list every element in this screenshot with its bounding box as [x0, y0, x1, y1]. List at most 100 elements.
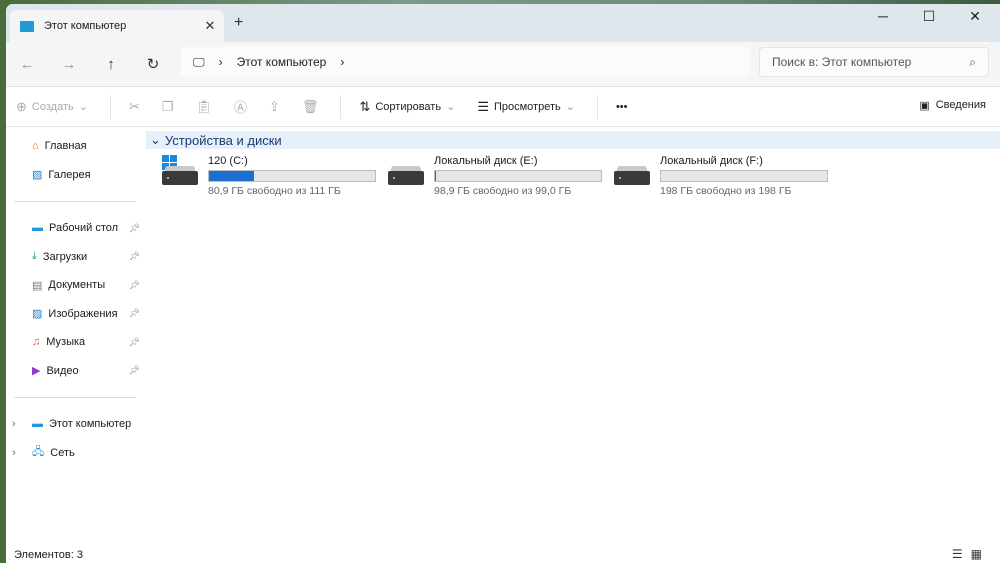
- sidebar-item-desktop[interactable]: ▬ Рабочий стол 📌︎: [6, 214, 144, 243]
- clipboard-icon: 📋︎: [195, 98, 213, 114]
- tab-this-pc[interactable]: Этот компьютер ✕: [10, 10, 224, 42]
- sidebar-item-network[interactable]: › 🖧︎ Сеть: [6, 439, 144, 468]
- music-icon: ♫: [32, 336, 41, 349]
- sidebar-item-pictures[interactable]: ▨ Изображения 📌︎: [6, 300, 144, 329]
- tiles-view-icon[interactable]: ▦: [971, 547, 990, 561]
- create-button[interactable]: ⊕ Создать ⌄: [16, 99, 88, 115]
- paste-button[interactable]: 📋︎: [196, 99, 213, 115]
- drive-usage-fill: [209, 171, 254, 181]
- view-toggle: ☰▦: [952, 547, 990, 561]
- divider: [109, 94, 111, 119]
- more-button[interactable]: •••: [616, 101, 628, 113]
- pin-icon[interactable]: 📌︎: [129, 251, 140, 262]
- pin-icon[interactable]: 📌︎: [129, 280, 140, 291]
- sidebar-item-videos[interactable]: ▶ Видео 📌︎: [6, 357, 144, 386]
- drive-free-space: 80,9 ГБ свободно из 111 ГБ: [208, 185, 341, 197]
- drive-item[interactable]: 120 (C:) 80,9 ГБ свободно из 111 ГБ: [162, 155, 388, 197]
- drive-list: 120 (C:) 80,9 ГБ свободно из 111 ГБ Лока…: [144, 155, 1000, 197]
- forward-button[interactable]: →: [48, 56, 90, 73]
- sidebar-item-documents[interactable]: ▤ Документы 📌︎: [6, 271, 144, 300]
- sidebar-item-this-pc[interactable]: › ▬ Этот компьютер: [6, 410, 144, 439]
- sidebar-label: Сеть: [50, 446, 75, 459]
- close-window-button[interactable]: ✕: [952, 8, 998, 25]
- download-icon: ⤓: [32, 250, 37, 263]
- command-bar: ⊕ Создать ⌄ ✂ ❐ 📋︎ Ⓐ ⇪ 🗑︎ ⇅ Сортировать ⌄ ☰ П…: [6, 86, 1000, 127]
- tab-label: Этот компьютер: [44, 20, 127, 32]
- pin-icon[interactable]: 📌︎: [129, 365, 140, 376]
- group-title: Устройства и диски: [164, 132, 282, 148]
- home-icon: ⌂: [32, 140, 39, 153]
- sidebar-label: Изображения: [48, 307, 118, 320]
- chevron-right-icon[interactable]: ›: [219, 55, 223, 69]
- create-label: Создать: [31, 100, 74, 113]
- sidebar-item-downloads[interactable]: ⤓ Загрузки 📌︎: [6, 243, 144, 272]
- chevron-right-icon[interactable]: ›: [340, 55, 344, 69]
- sidebar-item-home[interactable]: ⌂ Главная: [6, 132, 144, 161]
- rename-button[interactable]: Ⓐ: [234, 97, 247, 116]
- details-label: Сведения: [935, 99, 986, 111]
- chevron-down-icon: ⌄: [565, 101, 575, 113]
- sidebar-label: Главная: [44, 140, 87, 153]
- chevron-down-icon: ⌄: [446, 101, 456, 113]
- navigation-pane: ⌂ Главная ▨ Галерея ▬ Рабочий стол 📌︎ ⤓ Загру…: [6, 127, 144, 547]
- desktop-icon: ▬: [32, 222, 43, 235]
- view-icon: ☰: [477, 98, 489, 114]
- chevron-down-icon: ⌄: [150, 132, 161, 147]
- scissors-icon: ✂: [128, 98, 140, 114]
- maximize-button[interactable]: ☐: [906, 8, 952, 25]
- document-icon: ▤: [32, 279, 43, 292]
- cut-button[interactable]: ✂: [129, 99, 140, 115]
- content-pane: ⌄ Устройства и диски 120 (C:) 80,9 ГБ сво…: [144, 127, 1000, 547]
- drive-usage-bar: [434, 170, 602, 182]
- sort-icon: ⇅: [359, 98, 371, 114]
- delete-button[interactable]: 🗑︎: [302, 99, 319, 115]
- minimize-button[interactable]: ─: [860, 8, 906, 24]
- computer-icon: 🖵: [193, 54, 205, 69]
- breadcrumb-this-pc[interactable]: Этот компьютер: [237, 55, 327, 69]
- share-icon: ⇪: [269, 98, 280, 114]
- gallery-icon: ▨: [32, 169, 43, 182]
- details-view-icon[interactable]: ☰: [952, 547, 971, 561]
- sidebar-label: Загрузки: [42, 250, 88, 263]
- close-tab-icon[interactable]: ✕: [200, 18, 220, 34]
- address-bar[interactable]: 🖵 › Этот компьютер ›: [181, 47, 751, 77]
- search-input[interactable]: Поиск в: Этот компьютер ⌕: [759, 47, 989, 77]
- back-button[interactable]: ←: [6, 56, 48, 73]
- new-tab-button[interactable]: +: [234, 14, 243, 32]
- details-pane-icon: ▣: [919, 100, 930, 112]
- view-button[interactable]: ☰ Просмотреть ⌄: [477, 99, 575, 115]
- drive-item[interactable]: Локальный диск (E:) 98,9 ГБ свободно из …: [388, 155, 614, 197]
- pictures-icon: ▨: [32, 308, 43, 321]
- sort-button[interactable]: ⇅ Сортировать ⌄: [359, 99, 455, 115]
- refresh-button[interactable]: ↻: [132, 55, 174, 73]
- copy-icon: ❐: [161, 98, 174, 114]
- network-icon: 🖧︎: [32, 446, 45, 459]
- pin-icon[interactable]: 📌︎: [129, 223, 140, 234]
- plus-circle-icon: ⊕: [16, 98, 27, 114]
- chevron-right-icon[interactable]: ›: [12, 447, 16, 459]
- drive-usage-bar: [208, 170, 376, 182]
- pin-icon[interactable]: 📌︎: [129, 308, 140, 319]
- share-button[interactable]: ⇪: [269, 99, 280, 115]
- sidebar-label: Видео: [46, 364, 79, 377]
- status-item-count: Элементов: 3: [14, 549, 83, 561]
- copy-button[interactable]: ❐: [162, 99, 174, 115]
- drive-name: 120 (C:): [208, 155, 248, 167]
- file-explorer-window: Этот компьютер ✕ + ─ ☐ ✕ ← → ↑ ↻ 🖵 › Это…: [6, 4, 1000, 563]
- group-header-devices[interactable]: ⌄ Устройства и диски: [146, 131, 1000, 149]
- drive-icon: [162, 155, 200, 189]
- drive-icon: [614, 155, 652, 189]
- sidebar-item-gallery[interactable]: ▨ Галерея: [6, 161, 144, 190]
- video-icon: ▶: [32, 365, 41, 378]
- chevron-down-icon: ⌄: [78, 101, 88, 113]
- pin-icon[interactable]: 📌︎: [129, 337, 140, 348]
- drive-name: Локальный диск (F:): [660, 155, 763, 167]
- sidebar-item-music[interactable]: ♫ Музыка 📌︎: [6, 328, 144, 357]
- up-button[interactable]: ↑: [90, 56, 132, 73]
- chevron-right-icon[interactable]: ›: [12, 418, 16, 430]
- sidebar-label: Этот компьютер: [49, 418, 132, 431]
- rename-icon: Ⓐ: [234, 100, 248, 115]
- drive-item[interactable]: Локальный диск (F:) 198 ГБ свободно из 1…: [614, 155, 840, 197]
- details-button[interactable]: ▣ Сведения: [919, 99, 986, 112]
- divider: [14, 397, 136, 398]
